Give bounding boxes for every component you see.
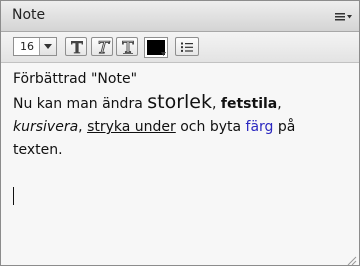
text-size-example: storlek [147,91,212,113]
note-heading: Förbättrad "Note" [13,71,138,87]
font-size-dropdown-button[interactable] [39,38,56,55]
formatting-toolbar: 16 [1,32,359,63]
bullet-list-button[interactable] [175,37,199,56]
text-separator: , [277,96,282,112]
text-separator: , [212,96,221,112]
font-size-value: 16 [20,40,34,53]
panel-title: Note [12,7,46,23]
text-separator: , [78,119,88,135]
italic-icon [98,40,111,54]
bold-icon [71,41,83,54]
text-intro: Nu kan man ändra [13,96,148,112]
bold-button[interactable] [65,37,87,56]
text-color-button[interactable] [144,37,168,58]
text-color-example: färg [245,119,274,135]
title-bar: Note [1,1,359,32]
resize-grip-icon[interactable] [345,251,357,266]
underline-button[interactable] [116,37,138,56]
note-text-area[interactable]: Förbättrad "Note" Nu kan man ändra storl… [13,69,348,162]
underline-icon [122,40,134,54]
text-italic-example: kursivera [13,119,79,135]
text-cursor [13,187,14,205]
chevron-down-icon [161,52,166,56]
text-middle: och byta [175,119,246,135]
italic-button[interactable] [91,37,113,56]
note-panel: Note 16 Förbättrad "Note" Nu kan man änd… [0,0,360,266]
bullet-list-icon [181,42,193,52]
panel-menu-icon[interactable] [333,9,355,23]
text-underline-example: stryka under [87,119,176,135]
chevron-down-icon [44,44,52,49]
text-bold-example: fetstila [220,96,278,112]
font-size-select[interactable]: 16 [13,37,57,56]
note-body: Nu kan man ändra storlek, fetstila, kurs… [13,91,348,162]
